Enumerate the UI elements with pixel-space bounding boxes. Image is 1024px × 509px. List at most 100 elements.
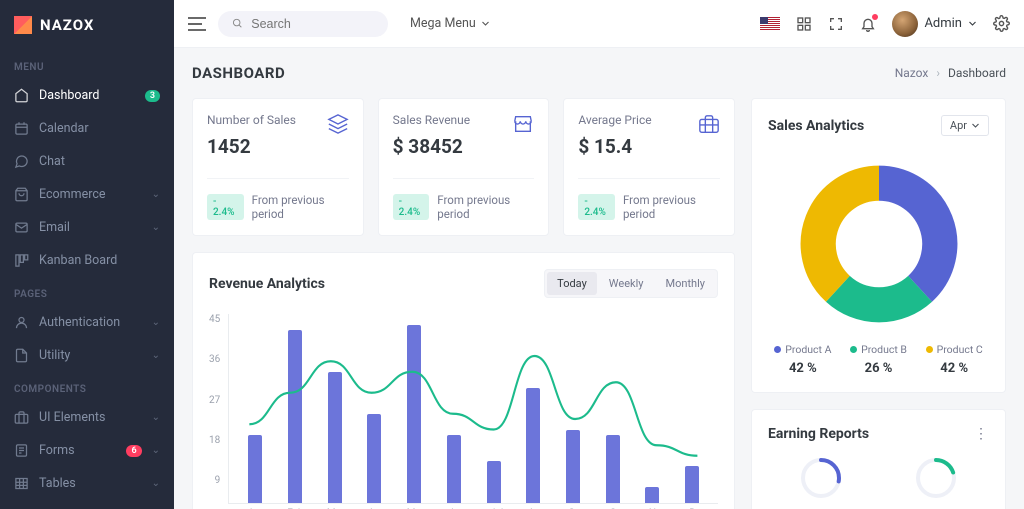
mega-menu-button[interactable]: Mega Menu bbox=[410, 16, 490, 31]
stat-card: Average Price $ 15.4 - 2.4% From previou… bbox=[563, 98, 735, 236]
stat-label: Average Price bbox=[578, 113, 651, 127]
sidebar-item-kanban-board[interactable]: Kanban Board bbox=[0, 244, 174, 277]
donut-slice[interactable] bbox=[879, 183, 940, 289]
notifications-button[interactable] bbox=[860, 16, 876, 32]
sidebar-item-email[interactable]: Email ⌄ bbox=[0, 211, 174, 244]
tab-weekly[interactable]: Weekly bbox=[599, 272, 654, 295]
sidebar-item-authentication[interactable]: Authentication ⌄ bbox=[0, 306, 174, 339]
revenue-tabs: TodayWeeklyMonthly bbox=[544, 269, 718, 298]
gear-icon bbox=[993, 15, 1010, 32]
menu-toggle-icon[interactable] bbox=[188, 17, 206, 31]
donut-chart[interactable] bbox=[768, 152, 989, 342]
form-icon bbox=[14, 443, 29, 458]
chevron-down-icon bbox=[971, 121, 980, 130]
stat-card: Sales Revenue $ 38452 - 2.4% From previo… bbox=[378, 98, 550, 236]
breadcrumb-root[interactable]: Nazox bbox=[895, 66, 929, 80]
earning-menu-button[interactable]: ⋮ bbox=[974, 426, 989, 442]
legend-label: Product B bbox=[861, 343, 907, 356]
stat-label: Number of Sales bbox=[207, 113, 296, 127]
search-icon bbox=[232, 17, 243, 30]
sidebar-item-label: Authentication bbox=[39, 315, 142, 330]
revenue-chart-plot[interactable] bbox=[228, 314, 718, 504]
sidebar-item-label: Kanban Board bbox=[39, 253, 160, 268]
menu-section-header: MENU bbox=[0, 50, 174, 79]
fullscreen-icon bbox=[828, 16, 844, 32]
sidebar-item-label: Calendar bbox=[39, 121, 160, 136]
stat-value: $ 15.4 bbox=[578, 135, 651, 158]
chevron-down-icon: ⌄ bbox=[152, 478, 160, 489]
chevron-down-icon: ⌄ bbox=[152, 189, 160, 200]
legend-item: Product C42 % bbox=[919, 342, 989, 376]
search-input[interactable] bbox=[251, 17, 374, 31]
search-box[interactable] bbox=[218, 11, 388, 37]
sidebar-item-label: Utility bbox=[39, 348, 142, 363]
line-series[interactable] bbox=[250, 356, 698, 456]
stat-sublabel: From previous period bbox=[623, 193, 720, 221]
legend-dot-icon bbox=[926, 346, 933, 353]
earning-title: Earning Reports bbox=[768, 426, 869, 442]
legend-value: 42 % bbox=[919, 361, 989, 376]
sidebar-item-ecommerce[interactable]: Ecommerce ⌄ bbox=[0, 178, 174, 211]
sidebar-item-label: UI Elements bbox=[39, 410, 142, 425]
sidebar-item-ui-elements[interactable]: UI Elements ⌄ bbox=[0, 401, 174, 434]
tab-today[interactable]: Today bbox=[547, 272, 597, 295]
y-tick: 9 bbox=[209, 475, 220, 486]
sidebar-item-forms[interactable]: Forms 6 ⌄ bbox=[0, 434, 174, 467]
y-tick: 36 bbox=[209, 354, 220, 365]
apps-grid-button[interactable] bbox=[796, 16, 812, 32]
donut-slice[interactable] bbox=[837, 289, 919, 305]
mail-icon bbox=[14, 220, 29, 235]
chevron-down-icon bbox=[481, 19, 490, 28]
chevron-down-icon: ⌄ bbox=[152, 222, 160, 233]
kanban-icon bbox=[14, 253, 29, 268]
stat-pct-badge: - 2.4% bbox=[393, 194, 430, 220]
sidebar-item-charts[interactable]: Charts ⌄ bbox=[0, 500, 174, 509]
sidebar-item-dashboard[interactable]: Dashboard 3 bbox=[0, 79, 174, 112]
progress-ring[interactable] bbox=[914, 456, 958, 500]
fullscreen-button[interactable] bbox=[828, 16, 844, 32]
sales-analytics-card: Sales Analytics Apr Product A42 %Product… bbox=[751, 98, 1006, 393]
sidebar-item-label: Email bbox=[39, 220, 142, 235]
chevron-down-icon: ⌄ bbox=[152, 412, 160, 423]
grid-icon bbox=[796, 16, 812, 32]
sidebar-item-label: Tables bbox=[39, 476, 142, 491]
chevron-down-icon: ⌄ bbox=[152, 317, 160, 328]
legend-item: Product B26 % bbox=[844, 342, 914, 376]
sidebar-item-label: Chat bbox=[39, 154, 160, 169]
user-menu-button[interactable]: Admin bbox=[892, 11, 977, 37]
breadcrumb-current: Dashboard bbox=[948, 66, 1006, 80]
sidebar-item-chat[interactable]: Chat bbox=[0, 145, 174, 178]
progress-ring[interactable] bbox=[799, 456, 843, 500]
legend-dot-icon bbox=[850, 346, 857, 353]
page-title: DASHBOARD bbox=[192, 64, 285, 82]
logo-text: NAZOX bbox=[40, 16, 94, 34]
breadcrumb: Nazox › Dashboard bbox=[895, 66, 1006, 80]
sidebar-item-label: Dashboard bbox=[39, 88, 135, 103]
tab-monthly[interactable]: Monthly bbox=[656, 272, 716, 295]
sidebar-item-tables[interactable]: Tables ⌄ bbox=[0, 467, 174, 500]
analytics-period-select[interactable]: Apr bbox=[941, 115, 989, 136]
donut-slice[interactable] bbox=[818, 183, 879, 289]
legend-label: Product A bbox=[785, 343, 831, 356]
table-icon bbox=[14, 476, 29, 491]
stat-label: Sales Revenue bbox=[393, 113, 471, 127]
earning-item: Monthly Earnings bbox=[884, 456, 990, 509]
settings-button[interactable] bbox=[993, 15, 1010, 32]
sidebar-item-utility[interactable]: Utility ⌄ bbox=[0, 339, 174, 372]
layers-icon bbox=[327, 113, 349, 135]
legend-item: Product A42 % bbox=[768, 342, 838, 376]
badge: 6 bbox=[126, 445, 141, 457]
mega-menu-label: Mega Menu bbox=[410, 16, 476, 31]
logo[interactable]: NAZOX bbox=[0, 0, 174, 50]
logo-mark-icon bbox=[14, 16, 32, 34]
earning-reports-card: Earning Reports ⋮ Weekly EarningsMonthly… bbox=[751, 409, 1006, 509]
menu-section-header: PAGES bbox=[0, 277, 174, 306]
chat-icon bbox=[14, 154, 29, 169]
chevron-right-icon: › bbox=[936, 66, 940, 80]
sidebar-item-calendar[interactable]: Calendar bbox=[0, 112, 174, 145]
stat-value: $ 38452 bbox=[393, 135, 471, 158]
language-flag-button[interactable] bbox=[760, 17, 780, 30]
file-icon bbox=[14, 348, 29, 363]
stat-pct-badge: - 2.4% bbox=[578, 194, 615, 220]
y-tick: 45 bbox=[209, 314, 220, 325]
